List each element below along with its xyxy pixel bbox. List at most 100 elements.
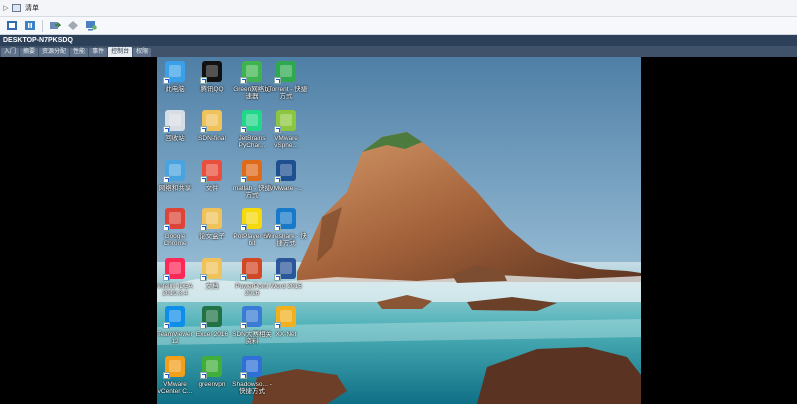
qq-icon xyxy=(200,60,224,84)
desktop-icon-label: SDN-final xyxy=(198,135,226,142)
desktop-icon[interactable]: Google Chrome xyxy=(157,207,195,247)
tab-4[interactable]: 事件 xyxy=(89,48,108,57)
archive-icon xyxy=(240,305,264,329)
vmware-vsphere-icon xyxy=(274,109,298,133)
suspend-icon xyxy=(24,21,35,30)
shortcut-arrow-icon xyxy=(163,372,170,379)
desktop-icon[interactable]: TeamViewer 12 xyxy=(157,305,195,345)
desktop-icon[interactable]: VMware vCenter C... xyxy=(157,355,195,395)
tab-bar: 入门 摘要 资源分配 性能 事件 控制台 权限 xyxy=(0,46,797,57)
desktop-icon[interactable]: Shadowso... - 快捷方式 xyxy=(232,355,272,395)
shortcut-arrow-icon xyxy=(240,176,247,183)
potplayer-icon xyxy=(240,207,264,231)
desktop-icon[interactable]: 腾讯QQ xyxy=(192,60,232,93)
desktop-icon-label: Word 2016 xyxy=(270,283,302,290)
desktop-icon[interactable]: 文件 xyxy=(192,159,232,192)
folder-icon xyxy=(200,207,224,231)
shortcut-arrow-icon xyxy=(200,126,207,133)
file-icon xyxy=(200,159,224,183)
desktop-icon-label: uTorrent - 快捷方式 xyxy=(264,86,308,100)
utorrent-icon xyxy=(274,60,298,84)
menu-title[interactable]: 清单 xyxy=(25,3,39,13)
desktop-icon[interactable]: greenvpn xyxy=(192,355,232,388)
desktop-icon[interactable]: SDN-final xyxy=(192,109,232,142)
shortcut-arrow-icon xyxy=(274,322,281,329)
console-icon xyxy=(85,21,97,31)
desktop-icon[interactable]: 文档 xyxy=(192,257,232,290)
desktop-icon[interactable]: Word 2016 xyxy=(266,257,306,290)
desktop-icon-label: greenvpn xyxy=(198,381,226,388)
shortcut-arrow-icon xyxy=(163,77,170,84)
expand-arrow-icon[interactable]: ▷ xyxy=(0,4,12,12)
shortcut-arrow-icon xyxy=(200,372,207,379)
intellij-icon xyxy=(163,257,187,281)
desktop-icon[interactable]: uTorrent - 快捷方式 xyxy=(264,60,308,100)
tab-2[interactable]: 资源分配 xyxy=(39,48,70,57)
desktop-icon-label: VMware -... xyxy=(269,185,303,192)
desktop-icon[interactable]: Wireshark - 快捷方式 xyxy=(265,207,307,247)
folder-icon xyxy=(200,109,224,133)
vm-console[interactable]: 此电脑 腾讯QQ Green网络加速器 uTorrent - 快捷方式 回收站 SDN-f… xyxy=(0,57,797,404)
shortcut-arrow-icon xyxy=(200,274,207,281)
computer-icon xyxy=(163,60,187,84)
desktop-icon[interactable]: IntelliJ IDEA 2019.3.4 xyxy=(157,257,195,297)
power-off-icon xyxy=(6,21,17,30)
migrate-button[interactable] xyxy=(48,20,61,32)
recycle-bin-icon xyxy=(163,109,187,133)
shortcut-arrow-icon xyxy=(274,176,281,183)
desktop-icon-label: VMware vSphe... xyxy=(274,135,298,149)
shortcut-arrow-icon xyxy=(240,77,247,84)
pycharm-icon xyxy=(240,109,264,133)
console-button[interactable] xyxy=(84,20,97,32)
vcenter-icon xyxy=(163,355,187,379)
migrate-icon xyxy=(49,22,61,29)
xxnet-icon xyxy=(274,305,298,329)
shadowsocks-icon xyxy=(240,355,264,379)
desktop-icon[interactable]: Excel 2016 xyxy=(192,305,232,338)
shortcut-arrow-icon xyxy=(240,224,247,231)
desktop-icon-label: 文档 xyxy=(205,283,219,290)
vm-header: DESKTOP-N7PKSDQ xyxy=(0,35,797,46)
tab-6[interactable]: 权限 xyxy=(133,48,152,57)
shortcut-arrow-icon xyxy=(163,176,170,183)
power-off-button[interactable] xyxy=(5,20,18,32)
toolbar xyxy=(0,17,797,35)
shortcut-arrow-icon xyxy=(200,224,207,231)
suspend-button[interactable] xyxy=(23,20,36,32)
desktop-icon[interactable]: VMware vSphe... xyxy=(266,109,306,149)
shortcut-arrow-icon xyxy=(274,274,281,281)
snapshot-button[interactable] xyxy=(66,20,79,32)
shortcut-arrow-icon xyxy=(200,176,207,183)
matlab-icon xyxy=(240,159,264,183)
tab-1[interactable]: 摘要 xyxy=(20,48,39,57)
desktop-icon-label: Wireshark - 快捷方式 xyxy=(265,233,307,247)
desktop-icon-label: 腾讯QQ xyxy=(200,86,224,93)
chrome-icon xyxy=(163,207,187,231)
shortcut-arrow-icon xyxy=(240,274,247,281)
shortcut-arrow-icon xyxy=(163,224,170,231)
desktop-icon[interactable]: VMware -... xyxy=(266,159,306,192)
desktop-icon[interactable]: XX-Net xyxy=(266,305,306,338)
shortcut-arrow-icon xyxy=(240,322,247,329)
guest-desktop[interactable]: 此电脑 腾讯QQ Green网络加速器 uTorrent - 快捷方式 回收站 SDN-f… xyxy=(157,57,641,404)
shortcut-arrow-icon xyxy=(240,126,247,133)
shortcut-arrow-icon xyxy=(163,274,170,281)
folder-icon xyxy=(200,257,224,281)
desktop-icon-label: Excel 2016 xyxy=(195,331,229,338)
vmware-icon xyxy=(274,159,298,183)
desktop-icon-label: XX-Net xyxy=(275,331,297,338)
desktop-icon[interactable]: 论文盒子 xyxy=(192,207,232,240)
tab-5[interactable]: 控制台 xyxy=(108,47,133,57)
tab-3[interactable]: 性能 xyxy=(70,48,89,57)
shortcut-arrow-icon xyxy=(163,126,170,133)
shortcut-arrow-icon xyxy=(200,77,207,84)
toolbar-divider xyxy=(42,19,43,32)
shortcut-arrow-icon xyxy=(240,372,247,379)
desktop-icon-label: 论文盒子 xyxy=(199,233,225,240)
teamviewer-icon xyxy=(163,305,187,329)
shortcut-arrow-icon xyxy=(274,224,281,231)
excel-icon xyxy=(200,305,224,329)
tab-0[interactable]: 入门 xyxy=(1,48,20,57)
desktop-icon-label: 文件 xyxy=(205,185,219,192)
word-icon xyxy=(274,257,298,281)
